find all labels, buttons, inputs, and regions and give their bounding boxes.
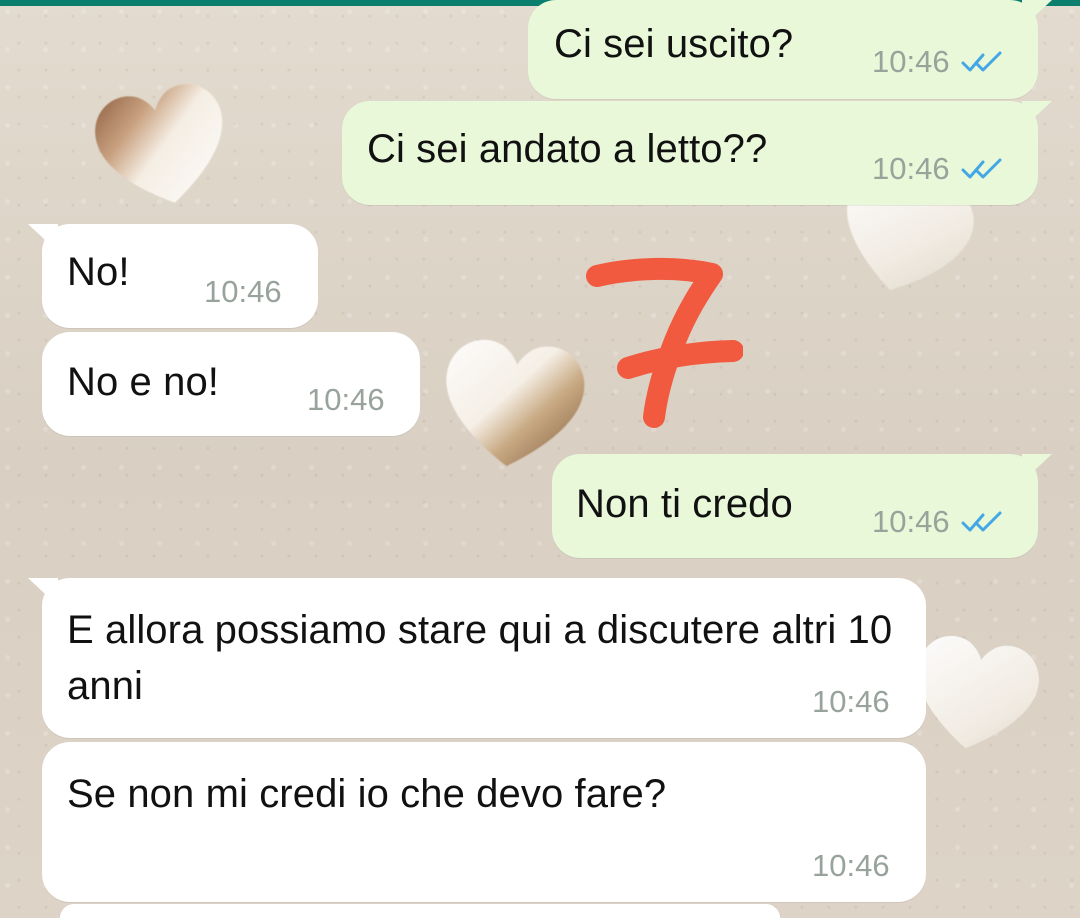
message-text: Non ti credo bbox=[576, 482, 793, 526]
message-bubble-incoming[interactable]: No e no! 10:46 bbox=[42, 332, 420, 436]
double-check-icon bbox=[961, 511, 1002, 532]
message-time: 10:46 bbox=[872, 504, 950, 539]
message-text: No! bbox=[67, 250, 130, 294]
message-time: 10:46 bbox=[872, 44, 950, 79]
message-time: 10:46 bbox=[812, 684, 890, 719]
message-time: 10:46 bbox=[307, 382, 385, 417]
message-time: 10:46 bbox=[872, 151, 950, 186]
wallpaper-heart bbox=[74, 58, 252, 236]
message-meta: 10:46 bbox=[204, 276, 282, 308]
bubble-tail bbox=[1022, 101, 1052, 129]
partial-message-bubble bbox=[60, 904, 780, 918]
bubble-tail bbox=[28, 224, 58, 252]
message-bubble-incoming[interactable]: No! 10:46 bbox=[28, 224, 318, 328]
annotation-seven bbox=[585, 250, 743, 430]
message-bubble-outgoing[interactable]: Non ti credo 10:46 bbox=[552, 454, 1052, 558]
message-meta: 10:46 bbox=[307, 384, 385, 416]
message-text: E allora possiamo stare qui a discutere … bbox=[67, 608, 893, 708]
bubble-tail bbox=[28, 578, 58, 606]
message-meta: 10:46 bbox=[872, 506, 1004, 538]
bubble-tail bbox=[1022, 0, 1052, 28]
message-bubble-outgoing[interactable]: Ci sei uscito? 10:46 bbox=[528, 0, 1052, 99]
message-meta: 10:46 bbox=[872, 46, 1004, 78]
message-time: 10:46 bbox=[812, 848, 890, 883]
bubble-tail bbox=[1022, 454, 1052, 482]
message-time: 10:46 bbox=[204, 274, 282, 309]
double-check-icon bbox=[961, 158, 1002, 179]
message-meta: 10:46 bbox=[872, 153, 1004, 185]
message-meta: 10:46 bbox=[812, 850, 890, 882]
message-text: No e no! bbox=[67, 360, 220, 404]
message-bubble-incoming[interactable]: Se non mi credi io che devo fare? 10:46 bbox=[42, 742, 926, 902]
message-text: Ci sei uscito? bbox=[554, 22, 794, 66]
message-meta: 10:46 bbox=[812, 686, 890, 718]
message-bubble-outgoing[interactable]: Ci sei andato a letto?? 10:46 bbox=[342, 101, 1052, 205]
message-bubble-incoming[interactable]: E allora possiamo stare qui a discutere … bbox=[28, 578, 926, 738]
message-text: Se non mi credi io che devo fare? bbox=[67, 772, 667, 816]
double-check-icon bbox=[961, 51, 1002, 72]
message-text: Ci sei andato a letto?? bbox=[367, 127, 768, 171]
